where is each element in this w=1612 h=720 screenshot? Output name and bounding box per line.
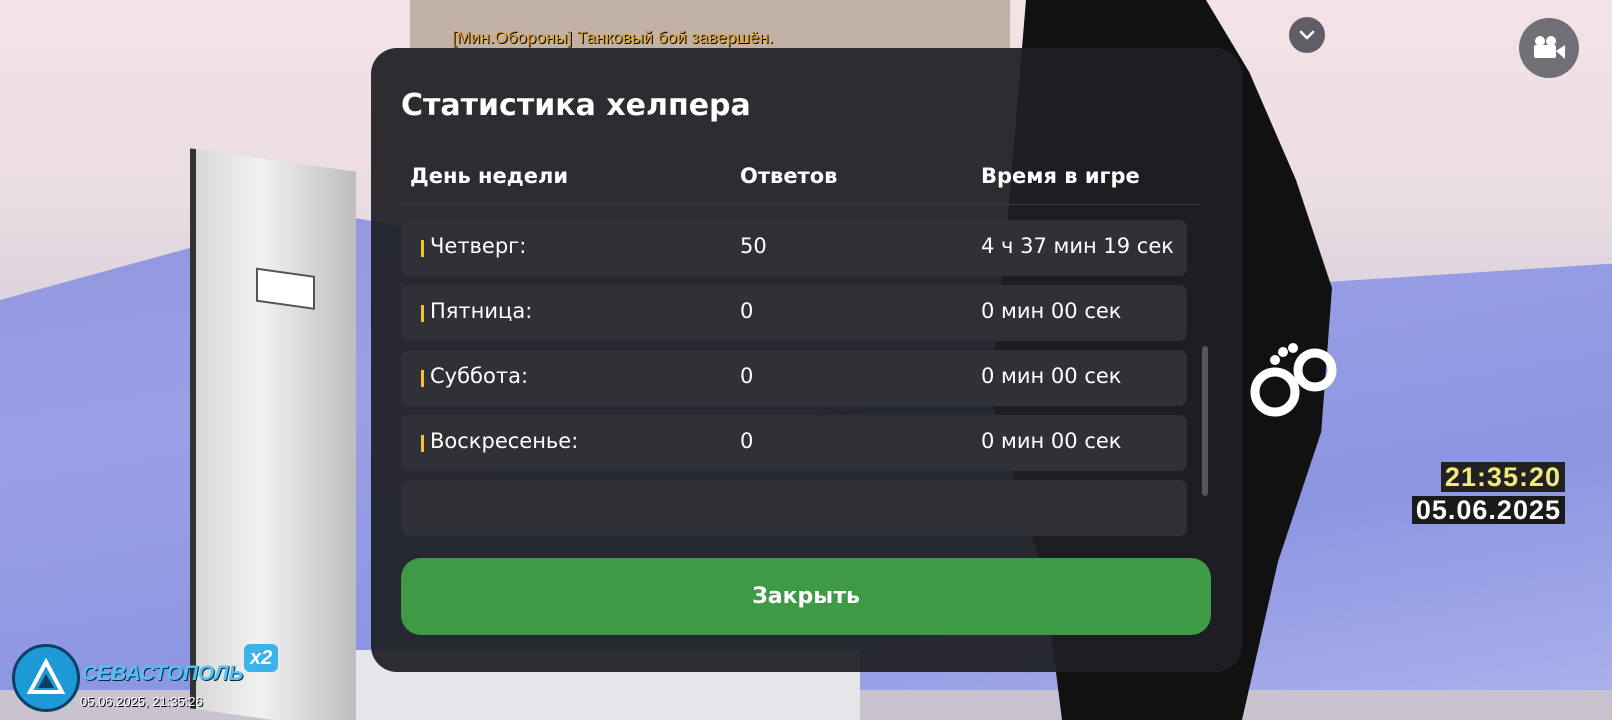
row-accent-marker — [421, 370, 424, 387]
table-scrollbar[interactable] — [1202, 220, 1208, 570]
row-answers: 0 — [740, 429, 754, 453]
row-playtime: 0 мин 00 сек — [981, 429, 1122, 453]
column-header-playtime: Время в игре — [981, 164, 1140, 188]
clock-date: 05.06.2025 — [1411, 496, 1565, 524]
column-header-day: День недели — [410, 164, 569, 188]
camera-button[interactable] — [1519, 18, 1579, 78]
table-row: Суббота: 0 0 мин 00 сек — [401, 350, 1187, 406]
table-row: Четверг: 50 4 ч 37 мин 19 сек — [401, 220, 1187, 276]
apartment-door — [190, 148, 356, 720]
table-row: Пятница: 0 0 мин 00 сек — [401, 285, 1187, 341]
clock-time: 21:35:20 — [1440, 462, 1565, 492]
server-logo-icon — [12, 644, 80, 712]
server-name: СЕВАСТОПОЛЬ — [82, 662, 244, 685]
collapse-chat-button[interactable] — [1289, 17, 1325, 53]
close-button[interactable]: Закрыть — [401, 558, 1211, 635]
table-row: Воскресенье: 0 0 мин 00 сек — [401, 415, 1187, 471]
table-row-empty — [401, 480, 1187, 536]
server-multiplier-badge: x2 — [244, 644, 279, 672]
row-accent-marker — [421, 435, 424, 452]
handcuffs-button[interactable] — [1245, 335, 1345, 435]
chat-line: [Мин.Обороны] Танковый бой завершён. — [452, 28, 774, 47]
game-clock: 21:35:20 05.06.2025 — [1400, 462, 1565, 524]
modal-title: Статистика хелпера — [401, 88, 751, 123]
row-day: Пятница: — [430, 299, 533, 323]
row-day: Четверг: — [430, 234, 527, 258]
row-accent-marker — [421, 240, 424, 257]
column-header-answers: Ответов — [740, 164, 838, 188]
row-day: Суббота: — [430, 364, 529, 388]
row-answers: 0 — [740, 299, 754, 323]
server-datetime: 05.06.2025, 21:35:26 — [80, 694, 203, 709]
video-camera-icon — [1534, 36, 1565, 59]
row-answers: 0 — [740, 364, 754, 388]
row-playtime: 0 мин 00 сек — [981, 299, 1122, 323]
row-accent-marker — [421, 305, 424, 322]
table-header: День недели Ответов Время в игре — [401, 158, 1201, 205]
chevron-down-icon — [1299, 30, 1315, 40]
row-day: Воскресенье: — [430, 429, 579, 453]
server-badge: СЕВАСТОПОЛЬ x2 05.06.2025, 21:35:26 — [12, 642, 292, 716]
helper-stats-modal: Статистика хелпера День недели Ответов В… — [371, 48, 1242, 672]
chat-log: [Мин.Обороны] Танковый бой завершён. — [452, 8, 1012, 52]
row-answers: 50 — [740, 234, 767, 258]
scrollbar-thumb[interactable] — [1202, 346, 1208, 496]
stats-table-body[interactable]: Четверг: 50 4 ч 37 мин 19 сек Пятница: 0… — [401, 220, 1201, 570]
handcuffs-icon — [1250, 343, 1337, 417]
row-playtime: 4 ч 37 мин 19 сек — [981, 234, 1174, 258]
row-playtime: 0 мин 00 сек — [981, 364, 1122, 388]
